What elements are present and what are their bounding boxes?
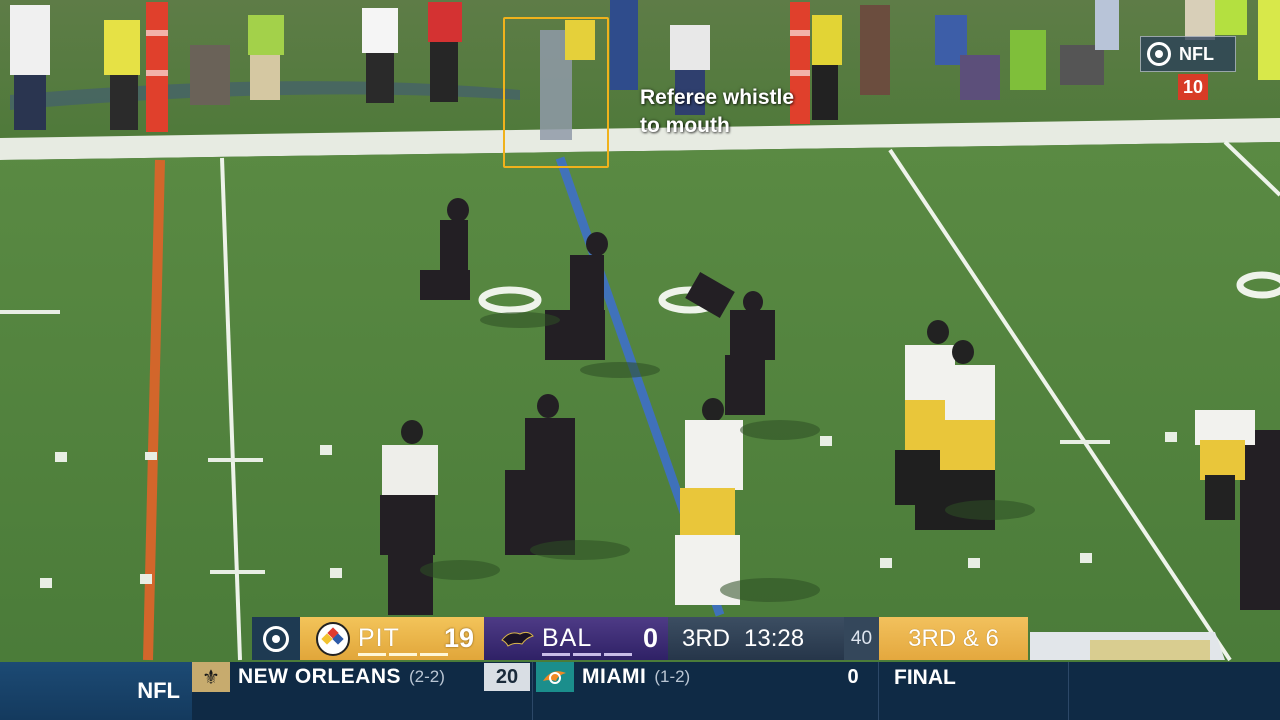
scorebug: PIT 19 BAL 0 3RD 13:28 40 3RD & 6 [252, 617, 1028, 660]
home-timeouts [358, 653, 448, 656]
ticker-game: ⚜ NEW ORLEANS (2-2) 20 MIAMI (1-2) 0 FIN… [192, 662, 1280, 720]
scorebug-away-team: BAL 0 [484, 617, 668, 660]
score-ticker: NFL ⚜ NEW ORLEANS (2-2) 20 MIAMI (1-2) 0… [0, 662, 1280, 720]
ticker-team1-score: 20 [484, 663, 530, 691]
network-bug: NFL [1140, 36, 1236, 72]
endzone-emblem [1090, 640, 1210, 660]
away-team-abbr: BAL [542, 624, 593, 652]
cbs-eye-icon [1147, 42, 1171, 66]
ticker-team2-name: MIAMI [582, 665, 647, 688]
cbs-eye-icon [263, 625, 289, 652]
dolphins-logo-icon [536, 662, 574, 692]
ravens-logo-icon [500, 622, 534, 656]
home-team-abbr: PIT [358, 624, 400, 652]
away-team-score: 0 [642, 623, 658, 653]
annotation-label: Referee whistle to mouth [640, 86, 795, 137]
ticker-team1: ⚜ NEW ORLEANS (2-2) [192, 662, 445, 692]
ticker-team1-record: (2-2) [409, 667, 445, 686]
referee-highlight-box [503, 17, 609, 168]
network-bug-text: NFL [1179, 43, 1214, 64]
ticker-game-status: FINAL [894, 666, 956, 689]
steelers-logo-icon [316, 621, 350, 656]
down-marker-number: 10 [1178, 74, 1208, 100]
quarter: 3RD [682, 624, 731, 652]
ticker-team2-score: 0 [847, 665, 859, 688]
home-team-score: 19 [443, 623, 474, 653]
away-timeouts [542, 653, 632, 656]
ticker-team1-name: NEW ORLEANS [238, 665, 401, 688]
saints-logo-icon: ⚜ [192, 662, 230, 692]
scorebug-network [252, 617, 300, 660]
ticker-team2: MIAMI (1-2) [536, 662, 690, 692]
clock-time: 13:28 [744, 624, 805, 652]
down-marker-pole-left [146, 2, 168, 132]
ticker-league-label: NFL [0, 662, 192, 720]
play-clock: 40 [844, 617, 879, 660]
game-clock: 3RD 13:28 [668, 617, 844, 660]
ticker-team2-record: (1-2) [654, 667, 691, 686]
down-and-distance: 3RD & 6 [879, 617, 1028, 660]
scorebug-home-team: PIT 19 [300, 617, 484, 660]
